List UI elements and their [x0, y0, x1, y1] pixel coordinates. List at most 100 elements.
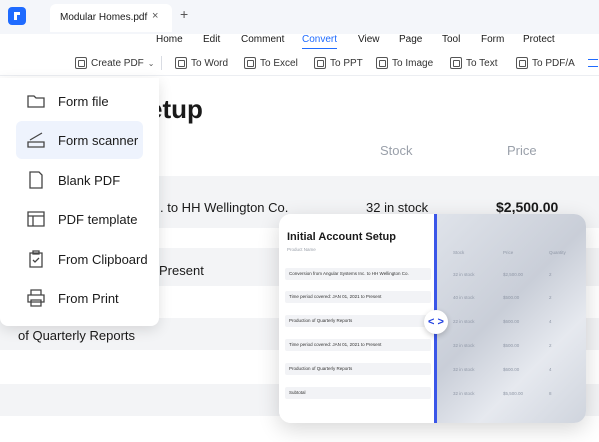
preview-row-text: Subtotal: [289, 390, 306, 395]
create-pdf-button[interactable]: Create PDF ⌄: [75, 55, 155, 71]
ghost-header: Price: [503, 250, 514, 255]
title-bar: Modular Homes.pdf × +: [0, 0, 599, 34]
preview-row: Subtotal: [285, 387, 431, 399]
new-tab-icon[interactable]: +: [180, 6, 188, 22]
menu-lines-icon: [588, 59, 598, 67]
dropdown-item-form-scanner[interactable]: Form scanner: [16, 121, 143, 159]
compare-slider-handle[interactable]: < >: [424, 310, 448, 334]
menu-home[interactable]: Home: [156, 34, 183, 45]
dropdown-label: From Print: [58, 291, 119, 306]
dropdown-item-pdf-template[interactable]: PDF template: [16, 200, 143, 238]
scanner-icon: [27, 132, 45, 148]
main-menu: Home Edit Comment Convert View Page Tool…: [0, 34, 599, 49]
image-icon: [376, 57, 388, 69]
row-description: of Quarterly Reports: [18, 328, 136, 343]
menu-edit[interactable]: Edit: [203, 34, 220, 45]
word-icon: [175, 57, 187, 69]
menu-tool[interactable]: Tool: [442, 34, 460, 45]
to-word-button[interactable]: To Word: [175, 55, 228, 71]
app-logo-icon: [8, 7, 26, 25]
row-price: $2,500.00: [496, 199, 559, 215]
ghost-cell: 32 in stock: [453, 367, 475, 372]
to-pdfa-button[interactable]: To PDF/A: [516, 55, 575, 71]
ghost-cell: 32 in stock: [453, 391, 475, 396]
preview-subtitle: Product Name: [287, 247, 316, 252]
create-pdf-dropdown: Form file Form scanner Blank PDF PDF tem…: [0, 78, 159, 326]
dropdown-label: From Clipboard: [58, 252, 148, 267]
ghost-cell: $2,500.00: [503, 272, 524, 277]
ghost-header: Stock: [453, 250, 465, 255]
ghost-cell: $500.00: [503, 343, 520, 348]
dropdown-label: Form scanner: [58, 133, 139, 148]
ghost-cell: $600.00: [503, 367, 520, 372]
preview-row: Production of Quarterly Reports: [285, 363, 431, 375]
excel-icon: [244, 57, 256, 69]
menu-page[interactable]: Page: [399, 34, 422, 45]
preview-row: Time period covered: JAN 01, 2021 to Pre…: [285, 291, 431, 303]
ghost-header: Quantity: [549, 250, 566, 255]
preview-row: Production of Quarterly Reports: [285, 315, 431, 327]
ghost-cell: 8: [549, 391, 552, 396]
pdfa-icon: [516, 57, 528, 69]
menu-form[interactable]: Form: [481, 34, 504, 45]
more-tools-icon[interactable]: [588, 55, 598, 71]
converted-preview: Initial Account Setup Product Name Conve…: [279, 214, 435, 423]
menu-comment[interactable]: Comment: [241, 34, 284, 45]
to-text-button[interactable]: To Text: [450, 55, 498, 71]
ghost-cell: 2: [549, 295, 552, 300]
menu-convert[interactable]: Convert: [302, 34, 338, 49]
to-excel-label: To Excel: [260, 57, 298, 69]
clipboard-icon: [29, 250, 43, 268]
menu-view[interactable]: View: [358, 34, 380, 45]
preview-row-text: Conversion from Angular Systems Inc. to …: [289, 271, 409, 276]
to-image-button[interactable]: To Image: [376, 55, 433, 71]
row-description: . to HH Wellington Co.: [160, 200, 289, 215]
column-price-header: Price: [507, 143, 537, 158]
ghost-cell: 4: [549, 319, 552, 324]
ghost-cell: $600.00: [503, 319, 520, 324]
to-excel-button[interactable]: To Excel: [244, 55, 298, 71]
menu-protect[interactable]: Protect: [523, 34, 555, 45]
convert-toolbar: Create PDF ⌄ To Word To Excel To PPT To …: [0, 50, 599, 76]
to-ppt-label: To PPT: [330, 57, 363, 69]
ghost-cell: $5,500.00: [503, 391, 524, 396]
to-ppt-button[interactable]: To PPT: [314, 55, 363, 71]
printer-icon: [27, 289, 45, 307]
column-stock-header: Stock: [380, 143, 413, 158]
ghost-cell: 22 in stock: [453, 319, 475, 324]
to-pdfa-label: To PDF/A: [532, 57, 575, 69]
tab-title: Modular Homes.pdf: [60, 12, 148, 23]
chevron-down-icon: ⌄: [147, 58, 155, 68]
row-stock: 32 in stock: [366, 200, 429, 215]
dropdown-label: Form file: [58, 94, 109, 109]
preview-row-text: Time period covered: JAN 01, 2021 to Pre…: [289, 294, 382, 299]
dropdown-label: Blank PDF: [58, 173, 121, 188]
dropdown-item-blank-pdf[interactable]: Blank PDF: [16, 161, 143, 199]
create-pdf-label: Create PDF: [91, 57, 144, 69]
dropdown-item-from-clipboard[interactable]: From Clipboard: [16, 240, 148, 278]
preview-title: Initial Account Setup: [287, 231, 396, 243]
row-description: Present: [159, 263, 204, 278]
preview-row: Time period covered: JAN 01, 2021 to Pre…: [285, 339, 431, 351]
preview-row: Conversion from Angular Systems Inc. to …: [285, 268, 431, 280]
preview-row-text: Production of Quarterly Reports: [289, 366, 353, 371]
preview-row-text: Time period covered: JAN 01, 2021 to Pre…: [289, 342, 382, 347]
dropdown-item-form-file[interactable]: Form file: [16, 82, 143, 120]
ghost-cell: 2: [549, 343, 552, 348]
document-tab[interactable]: Modular Homes.pdf ×: [50, 4, 172, 32]
to-text-label: To Text: [466, 57, 498, 69]
to-image-label: To Image: [392, 57, 434, 69]
ghost-cell: 32 in stock: [453, 343, 475, 348]
blank-page-icon: [29, 171, 43, 189]
folder-icon: [27, 95, 45, 108]
ghost-cell: $500.00: [503, 295, 520, 300]
ghost-cell: 40 in stock: [453, 295, 475, 300]
toolbar-divider: [161, 56, 162, 70]
dropdown-item-from-print[interactable]: From Print: [16, 279, 143, 317]
ghost-cell: 4: [549, 367, 552, 372]
dropdown-label: PDF template: [58, 212, 138, 227]
tab-close-icon[interactable]: ×: [152, 10, 158, 22]
to-word-label: To Word: [191, 57, 229, 69]
create-pdf-icon: [75, 57, 87, 69]
ghost-cell: 32 in stock: [453, 272, 475, 277]
